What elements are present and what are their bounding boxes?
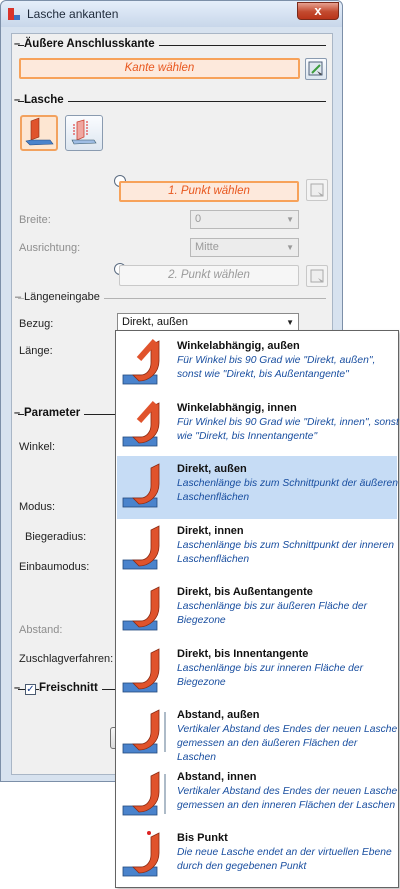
dropdown-option[interactable]: Winkelabhängig, innen Für Winkel bis 90 G… <box>117 395 399 458</box>
dropdown-option[interactable]: Direkt, bis Innentangente Laschenlänge bi… <box>117 641 397 704</box>
option-title: Bis Punkt <box>177 832 228 844</box>
title-bar[interactable]: Lasche ankanten x <box>1 1 342 27</box>
dropdown-option[interactable]: Direkt, bis Außentangente Laschenlänge bi… <box>117 579 397 642</box>
option-title: Direkt, innen <box>177 524 244 537</box>
section-title-edge: Äußere Anschlusskante <box>24 38 159 50</box>
dropdown-option[interactable]: Winkelabhängig, außen Für Winkel bis 90 G… <box>117 333 397 396</box>
option-description: Vertikaler Abstand des Endes der neuen L… <box>177 785 398 811</box>
allowance-label: Zuschlagverfahren: <box>19 653 114 665</box>
collapse-icon[interactable]: – <box>14 94 20 106</box>
option-description: Für Winkel bis 90 Grad wie "Direkt, inne… <box>177 416 399 442</box>
bend-reference-icon <box>122 586 160 631</box>
collapse-icon[interactable]: – <box>14 682 20 694</box>
bend-reference-icon <box>122 339 160 385</box>
reference-label: Bezug: <box>19 318 54 330</box>
distance-label: Abstand: <box>19 624 63 636</box>
orientation-combo[interactable]: Mitte ▼ <box>190 238 299 257</box>
length-input-title: Längeneingabe <box>24 291 104 303</box>
option-description: Laschenlänge bis zur äußeren Fläche der … <box>177 601 368 626</box>
option-title: Abstand, innen <box>177 770 257 783</box>
collapse-icon[interactable]: – <box>14 407 20 419</box>
width-label: Breite: <box>19 214 51 226</box>
reference-dropdown-list: Winkelabhängig, außen Für Winkel bis 90 G… <box>115 330 399 888</box>
option-title: Direkt, außen <box>177 463 247 475</box>
section-title-parameters: Parameter <box>24 407 85 419</box>
bend-reference-icon <box>122 647 160 692</box>
orientation-label: Ausrichtung: <box>19 242 81 254</box>
bend-reference-icon <box>122 524 160 569</box>
orientation-value: Mitte <box>195 241 219 253</box>
option-title: Direkt, bis Außentangente <box>177 586 313 598</box>
relief-checkbox[interactable]: ✓ <box>25 684 36 695</box>
flap-mode-points-button[interactable] <box>65 115 103 151</box>
bend-reference-icon <box>122 770 166 815</box>
point-1-options-button[interactable] <box>306 179 328 201</box>
sheet-metal-app-icon <box>8 8 20 20</box>
angle-label: Winkel: <box>19 441 56 453</box>
install-mode-label: Einbaumodus: <box>19 561 90 573</box>
dropdown-option[interactable]: Direkt, innen Laschenlänge bis zum Schnit… <box>117 518 397 581</box>
select-tool-icon <box>308 61 323 76</box>
option-description: Vertikaler Abstand des Endes der neuen L… <box>177 724 398 763</box>
point-options-icon <box>310 269 324 283</box>
bend-radius-label: Biegeradius: <box>25 531 87 543</box>
select-point-1-button[interactable]: 1. Punkt wählen <box>119 181 299 202</box>
dropdown-option[interactable]: Direkt, außen Laschenlänge bis zum Schnit… <box>117 456 398 519</box>
section-title-flap: Lasche <box>24 94 68 106</box>
option-description: Laschenlänge bis zur inneren Fläche der … <box>177 662 364 688</box>
section-title-relief: Freischnitt <box>39 682 102 694</box>
select-edge-button[interactable]: Kante wählen <box>19 58 300 79</box>
chevron-down-icon: ▼ <box>286 243 294 252</box>
dropdown-option[interactable]: Abstand, außen Vertikaler Abstand des End… <box>117 702 397 765</box>
flap-edge-icon <box>25 117 54 146</box>
edge-options-button[interactable] <box>305 58 327 80</box>
option-title: Direkt, bis Innentangente <box>177 647 309 660</box>
bend-reference-icon <box>122 709 166 754</box>
collapse-icon[interactable]: – <box>14 38 20 50</box>
window-title: Lasche ankanten <box>27 7 119 21</box>
close-button[interactable]: x <box>297 2 339 20</box>
option-description: Für Winkel bis 90 Grad wie "Direkt, auße… <box>177 355 376 380</box>
width-value: 0 <box>195 213 202 225</box>
option-title: Abstand, außen <box>177 709 260 721</box>
collapse-icon[interactable]: – <box>15 291 21 303</box>
length-label: Länge: <box>19 345 53 357</box>
select-point-2-button[interactable]: 2. Punkt wählen <box>119 265 299 286</box>
dropdown-option[interactable]: Abstand, innen Vertikaler Abstand des End… <box>117 764 397 827</box>
point-2-options-button[interactable] <box>306 265 328 287</box>
width-combo[interactable]: 0 ▼ <box>190 210 299 229</box>
mode-label: Modus: <box>19 501 56 513</box>
dropdown-option[interactable]: Bis Punkt Die neue Lasche endet an der vi… <box>117 825 397 888</box>
bend-reference-icon <box>122 463 160 508</box>
option-description: Laschenlänge bis zum Schnittpunkt der in… <box>177 539 394 565</box>
reference-value: Direkt, außen <box>122 316 189 328</box>
option-description: Die neue Lasche endet an der virtuellen … <box>177 847 392 872</box>
bend-reference-icon <box>122 400 160 446</box>
bend-reference-icon <box>122 831 160 877</box>
chevron-down-icon: ▼ <box>286 215 294 224</box>
flap-points-icon <box>71 119 97 145</box>
option-title: Winkelabhängig, außen <box>177 340 300 352</box>
chevron-down-icon: ▼ <box>286 318 294 327</box>
point-options-icon <box>310 183 324 197</box>
flap-mode-edge-button[interactable] <box>20 115 58 151</box>
option-title: Winkelabhängig, innen <box>177 401 297 414</box>
option-description: Laschenlänge bis zum Schnittpunkt der äu… <box>177 478 398 503</box>
